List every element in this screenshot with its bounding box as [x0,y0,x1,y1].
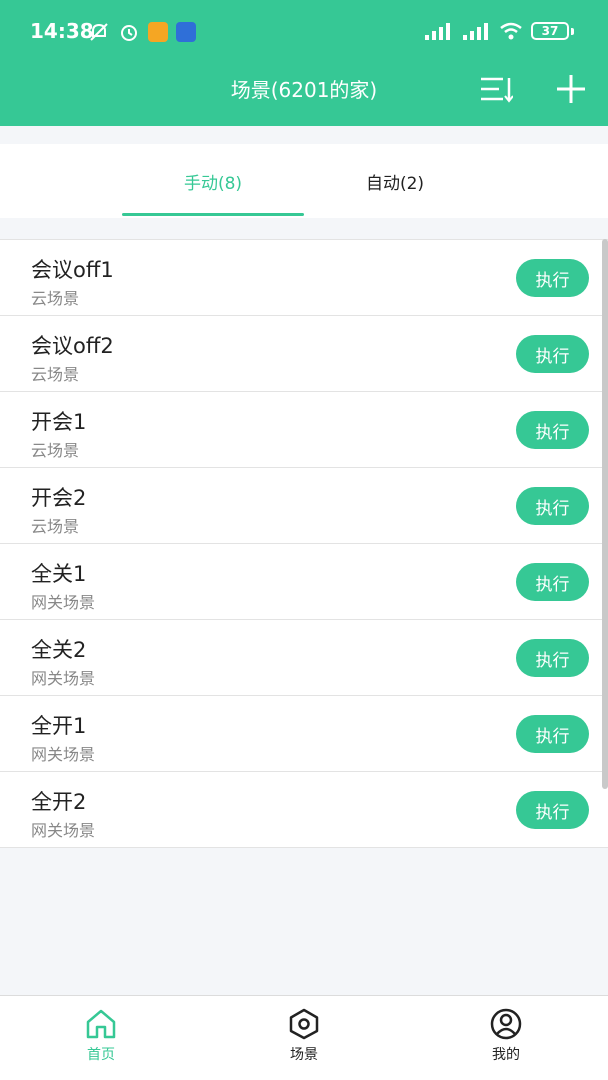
scene-name: 全开2 [31,790,87,814]
bottom-navigation: 首页 场景 我的 [0,995,608,1080]
scene-row[interactable]: 全关1 网关场景 执行 [0,544,608,620]
scene-row[interactable]: 会议off1 云场景 执行 [0,240,608,316]
sort-button[interactable] [478,72,514,106]
scene-row[interactable]: 开会2 云场景 执行 [0,468,608,544]
scene-row[interactable]: 开会1 云场景 执行 [0,392,608,468]
scene-row[interactable]: 全开2 网关场景 执行 [0,772,608,848]
execute-button[interactable]: 执行 [516,411,589,449]
user-profile-icon [490,1008,522,1040]
hexagon-scene-icon [289,1008,319,1040]
wifi-icon [500,22,522,40]
home-icon [86,1009,116,1039]
execute-button[interactable]: 执行 [516,563,589,601]
scene-name: 会议off2 [31,334,114,358]
nav-scene[interactable]: 场景 [249,1008,359,1064]
scene-type: 网关场景 [31,669,96,688]
nav-scene-label: 场景 [290,1047,318,1063]
scene-list: 会议off1 云场景 执行 会议off2 云场景 执行 开会1 云场景 执行 开… [0,239,608,848]
app-header: 14:38 37 场景(6201的家) [0,0,608,126]
scene-name: 开会2 [31,486,87,510]
tab-active-indicator [122,213,304,216]
scene-type: 云场景 [31,517,80,536]
scene-name: 全关1 [31,562,87,586]
scene-row[interactable]: 全关2 网关场景 执行 [0,620,608,696]
alarm-clock-icon [121,25,137,41]
list-scrollbar[interactable] [602,239,608,789]
execute-button[interactable]: 执行 [516,335,589,373]
scene-name: 全关2 [31,638,87,662]
app-notification-icon [148,22,168,42]
execute-button[interactable]: 执行 [516,487,589,525]
scene-tabs: 手动(8) 自动(2) [0,144,608,218]
scene-type: 网关场景 [31,821,96,840]
status-icons-left [88,21,196,43]
shield-app-icon [176,22,196,42]
status-time: 14:38 [30,19,94,43]
tab-manual[interactable]: 手动(8) [122,144,304,218]
add-scene-button[interactable] [552,70,590,108]
execute-button[interactable]: 执行 [516,715,589,753]
scene-type: 云场景 [31,289,80,308]
sort-list-icon [481,77,513,103]
battery-icon: 37 [531,22,569,40]
execute-button[interactable]: 执行 [516,639,589,677]
signal-hd-icon [425,23,450,40]
status-bar: 14:38 37 [0,0,608,64]
scene-type: 网关场景 [31,745,96,764]
page-title: 场景(6201的家) [230,78,378,102]
plus-icon [557,75,585,103]
execute-button[interactable]: 执行 [516,259,589,297]
nav-mine[interactable]: 我的 [451,1008,561,1064]
scene-type: 网关场景 [31,593,96,612]
bell-mute-icon [90,23,108,41]
scene-type: 云场景 [31,365,80,384]
nav-home-label: 首页 [87,1047,115,1063]
scene-name: 会议off1 [31,258,114,282]
status-icons-right: 37 [423,21,574,41]
nav-mine-label: 我的 [492,1047,520,1063]
scene-row[interactable]: 会议off2 云场景 执行 [0,316,608,392]
scene-name: 开会1 [31,410,87,434]
signal-hd-icon-2 [463,23,488,40]
nav-home[interactable]: 首页 [46,1008,156,1064]
tab-auto[interactable]: 自动(2) [304,144,486,218]
execute-button[interactable]: 执行 [516,791,589,829]
battery-tip [571,27,574,35]
scene-name: 全开1 [31,714,87,738]
scene-row[interactable]: 全开1 网关场景 执行 [0,696,608,772]
scene-type: 云场景 [31,441,80,460]
